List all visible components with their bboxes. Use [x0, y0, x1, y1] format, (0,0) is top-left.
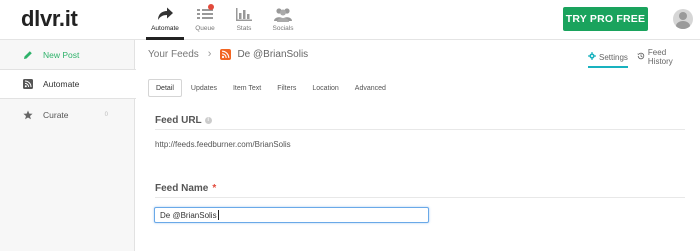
feed-url-heading: Feed URL i: [155, 115, 212, 126]
curate-count: 0: [104, 112, 108, 118]
divider: [155, 129, 685, 130]
sidebar: New Post Automate Curate 0: [0, 40, 136, 251]
tab-detail[interactable]: Detail: [148, 79, 182, 97]
main-nav: Automate Queue Stats Socials: [146, 0, 304, 40]
nav-queue[interactable]: Queue: [187, 0, 223, 40]
tab-feed-history-label: Feed History: [647, 48, 673, 66]
breadcrumb: Your Feeds › De @BrianSolis: [148, 46, 308, 62]
tab-settings-label: Settings: [599, 52, 628, 62]
pencil-icon: [23, 50, 33, 60]
rss-icon: [23, 79, 33, 89]
logo[interactable]: dlvr.it: [21, 6, 78, 32]
text-caret: [217, 210, 219, 220]
nav-stats[interactable]: Stats: [226, 0, 262, 40]
people-icon: [273, 6, 293, 22]
feed-url-label: Feed URL: [155, 115, 202, 126]
feed-url-value: http://feeds.feedburner.com/BrianSolis: [155, 140, 291, 149]
nav-queue-label: Queue: [195, 25, 215, 32]
tab-filters[interactable]: Filters: [270, 79, 303, 97]
sidebar-item-new-post[interactable]: New Post: [0, 40, 135, 70]
required-marker: *: [212, 183, 217, 194]
tab-settings[interactable]: Settings: [588, 46, 628, 68]
rss-icon: [220, 48, 232, 60]
breadcrumb-current-feed: De @BrianSolis: [237, 48, 309, 60]
chevron-right-icon: ›: [207, 48, 212, 60]
feed-name-input[interactable]: De @BrianSolis: [154, 207, 429, 223]
nav-automate[interactable]: Automate: [146, 0, 184, 40]
sidebar-item-curate[interactable]: Curate 0: [0, 100, 135, 130]
nav-socials[interactable]: Socials: [265, 0, 301, 40]
nav-stats-label: Stats: [236, 25, 252, 32]
feed-name-input-value: De @BrianSolis: [160, 210, 217, 220]
top-bar: dlvr.it Automate Queue Stats Socials TRY…: [0, 0, 700, 40]
feed-name-heading: Feed Name *: [155, 183, 216, 194]
settings-tabs: Settings Feed History: [588, 46, 700, 68]
avatar[interactable]: [673, 9, 693, 29]
gear-icon: [588, 52, 596, 62]
sidebar-item-label: Curate: [43, 110, 69, 120]
divider: [155, 197, 685, 198]
sidebar-item-automate[interactable]: Automate: [0, 69, 136, 99]
try-pro-free-button[interactable]: TRY PRO FREE: [563, 7, 648, 31]
tab-advanced[interactable]: Advanced: [348, 79, 393, 97]
info-icon[interactable]: i: [204, 116, 212, 124]
tab-feed-history[interactable]: Feed History: [637, 46, 691, 68]
sidebar-item-label: New Post: [43, 50, 80, 60]
tab-updates[interactable]: Updates: [184, 79, 224, 97]
tab-location[interactable]: Location: [305, 79, 345, 97]
nav-automate-label: Automate: [151, 25, 179, 32]
detail-tabs: Detail Updates Item Text Filters Locatio…: [148, 79, 395, 97]
history-icon: [637, 52, 645, 62]
share-arrow-icon: [155, 6, 175, 22]
bar-chart-icon: [234, 6, 254, 22]
star-icon: [23, 110, 33, 120]
feed-name-label: Feed Name: [155, 183, 209, 194]
queue-badge: [208, 4, 214, 10]
breadcrumb-your-feeds[interactable]: Your Feeds: [148, 49, 199, 60]
sidebar-item-label: Automate: [43, 79, 80, 89]
nav-socials-label: Socials: [272, 25, 294, 32]
tab-item-text[interactable]: Item Text: [226, 79, 268, 97]
queue-list-icon: [195, 4, 215, 22]
